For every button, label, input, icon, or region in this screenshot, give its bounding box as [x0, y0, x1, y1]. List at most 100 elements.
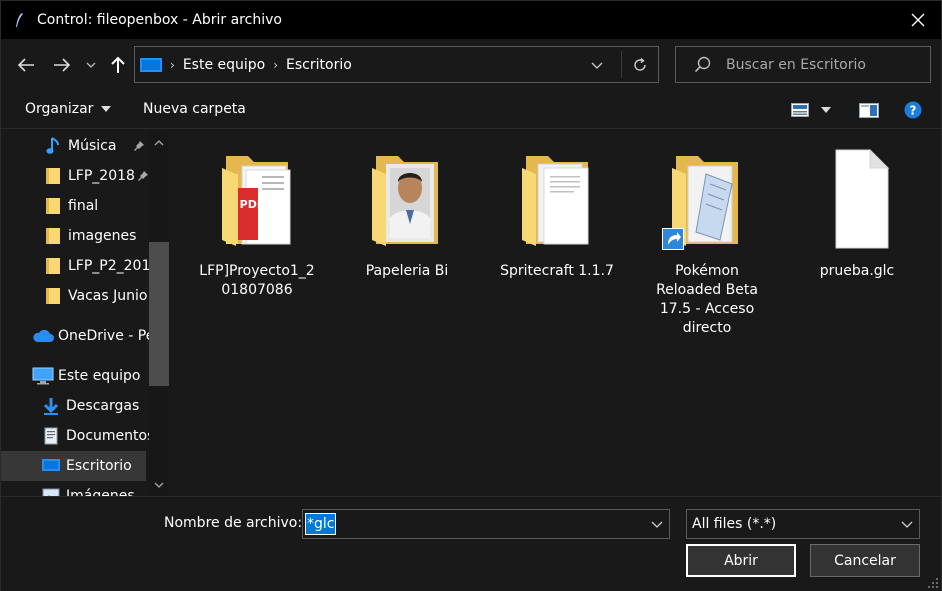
scroll-down-button[interactable] [152, 478, 166, 492]
scroll-thumb[interactable] [149, 242, 169, 386]
folder-icon [44, 257, 62, 275]
title-bar: Control: fileopenbox - Abrir archivo [1, 1, 941, 39]
file-item[interactable]: Pokémon Reloaded Beta 17.5 - Acceso dire… [636, 144, 778, 338]
sidebar-item-este-equipo[interactable]: Este equipo [1, 361, 149, 391]
recent-locations-button[interactable] [81, 51, 101, 79]
file-item[interactable]: Spritecraft 1.1.7 [486, 144, 628, 281]
breadcrumb-separator-icon: › [273, 57, 279, 72]
search-icon [694, 56, 711, 72]
file-item[interactable]: PDF LFP]Proyecto1_2 01807086 [186, 144, 328, 300]
file-item-label: Papeleria Bi [336, 262, 478, 281]
forward-button[interactable] [47, 51, 77, 79]
file-label-line: Papeleria Bi [365, 263, 449, 279]
file-item-label: Spritecraft 1.1.7 [486, 262, 628, 281]
filename-history-dropdown[interactable] [649, 516, 665, 532]
back-button[interactable] [11, 51, 41, 79]
search-input[interactable] [726, 56, 926, 73]
feather-app-icon [11, 12, 27, 28]
breadcrumb-separator-icon: › [170, 57, 175, 72]
file-type-dropdown[interactable] [899, 516, 915, 532]
file-type-select[interactable]: All files (*.*) [686, 509, 920, 539]
filename-label: Nombre de archivo: [164, 515, 303, 531]
file-label-line: prueba.glc [819, 263, 895, 279]
chevron-down-icon [591, 62, 603, 69]
filename-value[interactable]: *glc [304, 513, 337, 535]
sidebar-item-label: imagenes [68, 228, 137, 244]
sidebar-item-documentos[interactable]: Documentos [1, 421, 149, 451]
sidebar-item-vacas-junio[interactable]: Vacas Junio 2 [1, 281, 149, 311]
breadcrumb-este-equipo[interactable]: Este equipo [183, 57, 265, 73]
dropdown-arrow-icon [101, 106, 112, 112]
sidebar-item-label: Vacas Junio 2 [68, 288, 149, 304]
sidebar-item-label: Imágenes [66, 488, 135, 496]
file-label-line: Reloaded Beta [656, 282, 758, 298]
close-button[interactable] [895, 1, 941, 39]
sidebar-scrollbar[interactable] [149, 130, 169, 496]
folder-icon [44, 167, 62, 185]
navigation-pane[interactable]: Música LFP_2018 final imagenes LFP_P2_20… [1, 130, 171, 496]
file-label-line: 01807086 [221, 282, 293, 298]
sidebar-item-label: LFP_P2_2018 [68, 258, 149, 274]
folder-icon [44, 227, 62, 245]
sidebar-item-label: Este equipo [58, 368, 141, 384]
sidebar-item-label: Escritorio [66, 458, 132, 474]
view-options-button[interactable] [791, 101, 831, 119]
chevron-down-icon [86, 62, 96, 68]
address-dropdown-button[interactable] [588, 56, 606, 74]
folder-pdf-icon: PDF [212, 144, 302, 254]
refresh-button[interactable] [630, 55, 650, 75]
sidebar-item-onedrive[interactable]: OneDrive - Pe [1, 321, 149, 351]
chevron-down-icon [651, 521, 663, 528]
file-label-line: Spritecraft 1.1.7 [500, 263, 614, 279]
pin-icon [137, 170, 149, 182]
sidebar-item-descargas[interactable]: Descargas [1, 391, 149, 421]
sidebar-item-label: Música [68, 138, 117, 154]
sidebar-item-escritorio[interactable]: Escritorio [1, 451, 146, 481]
new-folder-button[interactable]: Nueva carpeta [143, 101, 246, 117]
file-item-label: Pokémon Reloaded Beta 17.5 - Acceso dire… [636, 262, 778, 338]
sidebar-item-lfp-2018[interactable]: LFP_2018 [1, 161, 149, 191]
organize-menu-button[interactable]: Organizar [25, 101, 112, 117]
cloud-icon [32, 327, 54, 345]
help-button[interactable]: ? [904, 101, 922, 119]
scroll-up-button[interactable] [152, 136, 166, 150]
cancel-button[interactable]: Cancelar [810, 544, 920, 577]
sidebar-item-imagenes[interactable]: imagenes [1, 221, 149, 251]
music-note-icon [44, 137, 62, 155]
resize-grip-icon[interactable] [927, 577, 939, 589]
folder-shortcut-icon [662, 144, 752, 254]
download-icon [42, 397, 60, 415]
file-list-view[interactable]: PDF LFP]Proyecto1_2 01807086 Papeleria B… [171, 130, 941, 496]
view-layout-icon [791, 103, 809, 117]
sidebar-item-final[interactable]: final [1, 191, 149, 221]
arrow-up-icon [111, 56, 125, 73]
address-bar[interactable]: › Este equipo › Escritorio [134, 46, 659, 83]
help-icon: ? [904, 101, 922, 119]
desktop-icon [42, 457, 60, 475]
new-folder-label: Nueva carpeta [143, 101, 246, 117]
close-icon [911, 13, 925, 27]
file-item[interactable]: Papeleria Bi [336, 144, 478, 281]
sidebar-item-label: final [68, 198, 99, 214]
sidebar-item-musica[interactable]: Música [1, 131, 149, 161]
arrow-left-icon [17, 58, 34, 72]
file-item-label: LFP]Proyecto1_2 01807086 [186, 262, 328, 300]
folder-icon [44, 197, 62, 215]
pictures-icon [42, 487, 60, 496]
sidebar-item-label: LFP_2018 [68, 168, 135, 184]
preview-pane-button[interactable] [859, 101, 879, 119]
file-type-value: All files (*.*) [692, 516, 777, 532]
sidebar-item-lfp-p2-2018[interactable]: LFP_P2_2018 [1, 251, 149, 281]
file-item[interactable]: prueba.glc [786, 144, 928, 281]
chevron-down-icon [901, 521, 913, 528]
chevron-up-icon [154, 140, 164, 146]
search-box[interactable] [675, 46, 931, 83]
sidebar-item-imagenes-pc[interactable]: Imágenes [1, 481, 149, 496]
blank-file-icon [812, 144, 902, 254]
filename-input[interactable]: *glc [302, 509, 670, 539]
window-title: Control: fileopenbox - Abrir archivo [37, 12, 282, 28]
open-button[interactable]: Abrir [686, 544, 796, 577]
breadcrumb-escritorio[interactable]: Escritorio [286, 57, 352, 73]
folder-icon [44, 287, 62, 305]
up-button[interactable] [103, 51, 133, 79]
